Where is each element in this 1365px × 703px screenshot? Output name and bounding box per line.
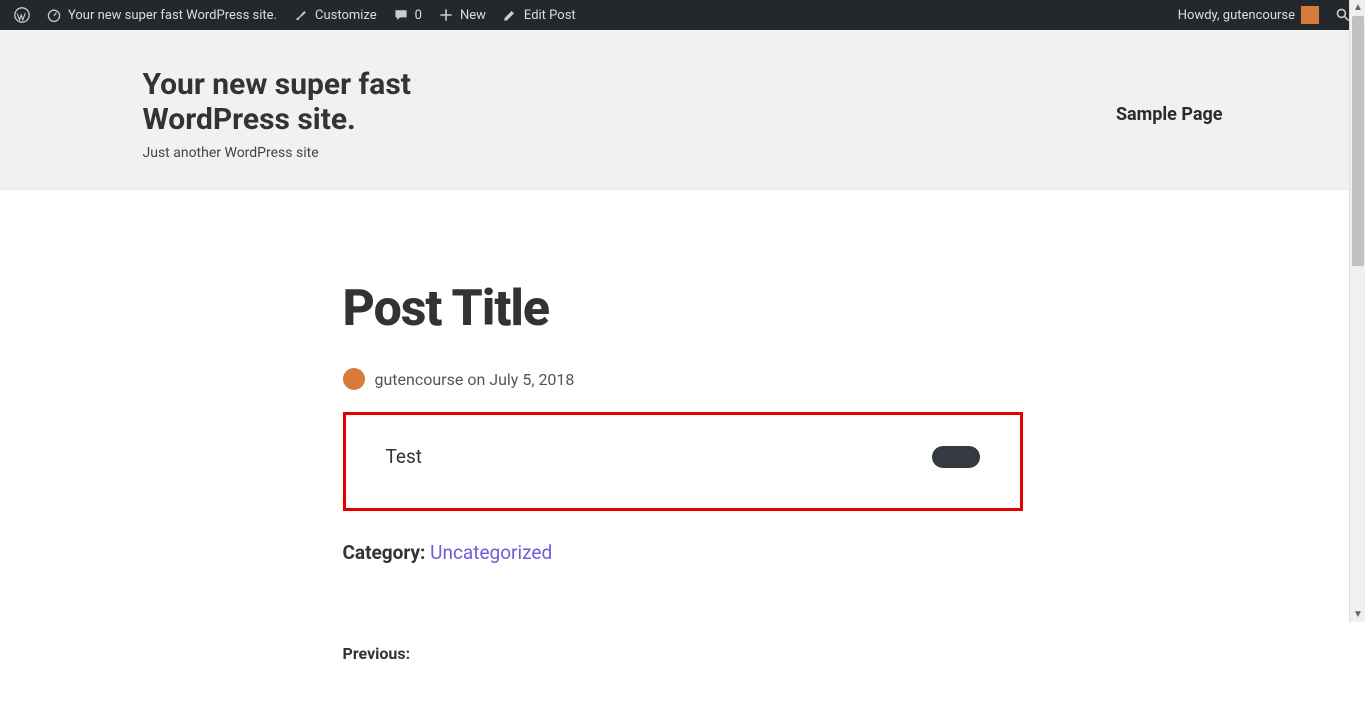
content-pill-icon — [932, 446, 980, 468]
post-author[interactable]: gutencourse — [375, 370, 464, 389]
edit-post-menu[interactable]: Edit Post — [494, 0, 584, 30]
new-content-menu[interactable]: New — [430, 0, 494, 30]
previous-post-label[interactable]: Previous: — [343, 644, 1023, 663]
comments-count: 0 — [415, 8, 422, 23]
post-category: Category: Uncategorized — [343, 541, 1023, 564]
post-body-text: Test — [386, 445, 892, 468]
post-meta: gutencourse on July 5, 2018 — [343, 368, 1023, 390]
category-label: Category: — [343, 541, 426, 564]
site-tagline: Just another WordPress site — [143, 145, 523, 161]
plus-icon — [438, 7, 454, 23]
scroll-up-icon[interactable]: ▲ — [1353, 2, 1363, 13]
new-label: New — [460, 8, 486, 23]
brush-icon — [293, 7, 309, 23]
site-header-inner: Your new super fast WordPress site. Just… — [133, 68, 1233, 161]
site-name-label: Your new super fast WordPress site. — [68, 8, 277, 23]
customize-menu[interactable]: Customize — [285, 0, 385, 30]
edit-post-label: Edit Post — [524, 8, 576, 23]
greeting-label: Howdy, gutencourse — [1178, 8, 1295, 23]
post-date-prefix: on — [467, 370, 485, 389]
account-menu[interactable]: Howdy, gutencourse — [1170, 0, 1327, 30]
wp-admin-bar: Your new super fast WordPress site. Cust… — [0, 0, 1365, 30]
scrollbar-track[interactable]: ▲ ▼ — [1349, 0, 1365, 622]
nav-sample-page[interactable]: Sample Page — [1116, 104, 1223, 125]
comments-menu[interactable]: 0 — [385, 0, 430, 30]
author-avatar-icon — [343, 368, 365, 390]
comment-icon — [393, 7, 409, 23]
site-header: Your new super fast WordPress site. Just… — [0, 30, 1365, 190]
site-name-menu[interactable]: Your new super fast WordPress site. — [38, 0, 285, 30]
post-date[interactable]: July 5, 2018 — [489, 370, 574, 389]
scrollbar-thumb[interactable] — [1352, 16, 1364, 266]
customize-label: Customize — [315, 8, 377, 23]
scroll-down-icon[interactable]: ▼ — [1353, 609, 1363, 620]
pencil-icon — [502, 7, 518, 23]
avatar-icon — [1301, 6, 1319, 24]
highlighted-content-block: Test — [343, 412, 1023, 511]
site-title[interactable]: Your new super fast WordPress site. — [143, 68, 523, 137]
wordpress-icon — [14, 7, 30, 23]
admin-bar-right: Howdy, gutencourse — [1170, 0, 1359, 30]
admin-bar-left: Your new super fast WordPress site. Cust… — [6, 0, 584, 30]
post-title: Post Title — [343, 280, 1023, 338]
dashboard-icon — [46, 7, 62, 23]
post-content-area: Post Title gutencourse on July 5, 2018 T… — [303, 190, 1063, 703]
wp-logo-menu[interactable] — [6, 0, 38, 30]
branding: Your new super fast WordPress site. Just… — [143, 68, 523, 161]
category-link[interactable]: Uncategorized — [430, 541, 552, 564]
